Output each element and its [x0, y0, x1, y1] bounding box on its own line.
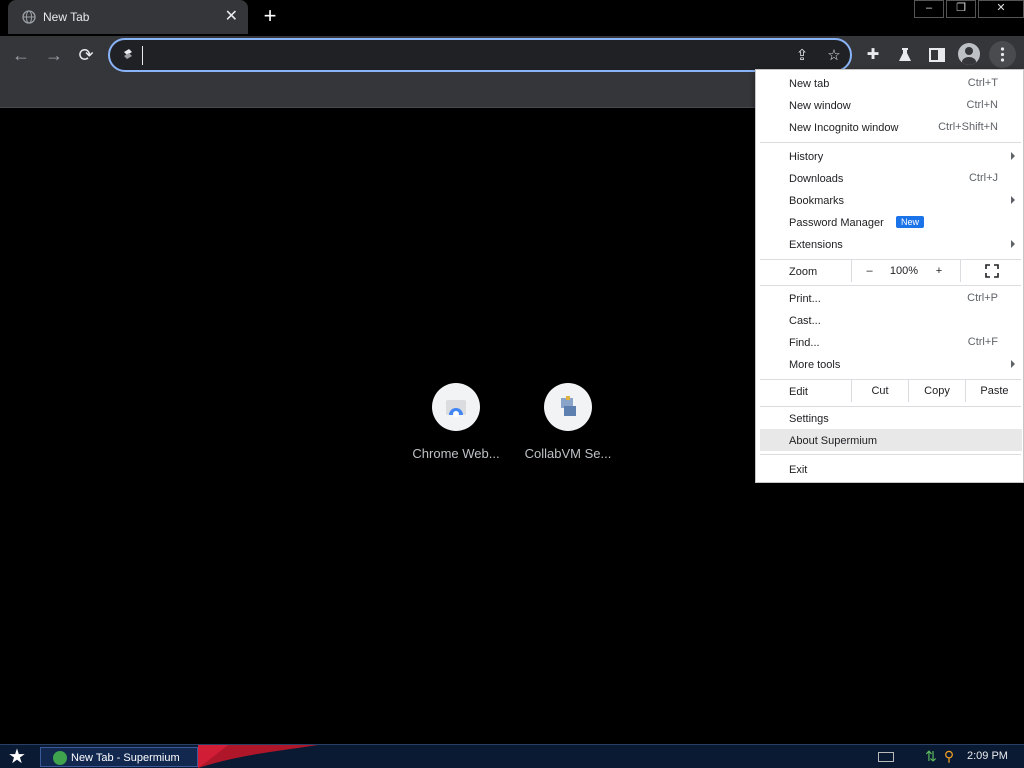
forward-icon[interactable]: → [41, 43, 67, 67]
clock[interactable]: 2:09 PM [967, 750, 1008, 762]
text-caret [142, 46, 143, 65]
taskbar-window-button[interactable]: New Tab - Supermium [40, 747, 198, 767]
minimize-button[interactable]: – [914, 0, 944, 18]
zoom-label: Zoom [789, 266, 818, 278]
menu-item-label: Password Manager [789, 217, 884, 229]
shortcut-label: Chrome Web... [412, 446, 500, 461]
taskbar: ★ New Tab - Supermium ⇅ ⚲ 2:09 PM [0, 744, 1024, 768]
shortcut-tile[interactable]: CollabVM Se... [512, 383, 624, 461]
browser-app-icon [53, 751, 67, 765]
zoom-in-button[interactable]: + [921, 260, 957, 282]
menu-item-label: History [789, 151, 824, 163]
menu-item-new-window[interactable]: New window Ctrl+N [756, 94, 1023, 116]
zoom-out-button[interactable]: – [851, 260, 887, 282]
cut-button[interactable]: Cut [851, 380, 908, 402]
menu-shortcut: Ctrl+Shift+N [938, 121, 998, 133]
menu-item-label: Extensions [789, 239, 843, 251]
bookmark-star-icon[interactable]: ☆ [825, 47, 843, 65]
omnibox[interactable]: ⇪ ☆ [108, 38, 852, 72]
menu-item-label: Exit [789, 464, 808, 476]
menu-item-new-tab[interactable]: New tab Ctrl+T [756, 72, 1023, 94]
reload-icon[interactable]: ⟳ [73, 43, 99, 67]
menu-item-downloads[interactable]: Downloads Ctrl+J [756, 167, 1023, 189]
submenu-arrow-icon [1011, 152, 1015, 160]
site-info-icon[interactable] [120, 47, 136, 63]
shortcut-tile[interactable]: Chrome Web... [400, 383, 512, 461]
menu-item-password-manager[interactable]: Password Manager New [756, 211, 1023, 233]
tab-title: New Tab [43, 10, 90, 24]
menu-kebab-icon[interactable] [989, 41, 1016, 68]
restore-button[interactable]: ❐ [946, 0, 976, 18]
start-star-icon[interactable]: ★ [6, 746, 28, 768]
menu-divider [760, 454, 1021, 455]
submenu-arrow-icon [1011, 196, 1015, 204]
menu-item-cast[interactable]: Cast... [756, 309, 1023, 331]
menu-shortcut: Ctrl+F [967, 336, 998, 348]
new-badge: New [896, 216, 925, 228]
menu-item-label: Print... [789, 293, 821, 305]
menu-item-about[interactable]: About Supermium [760, 429, 1022, 451]
menu-item-extensions[interactable]: Extensions [756, 233, 1023, 255]
menu-item-label: About Supermium [789, 435, 878, 447]
menu-item-label: Bookmarks [789, 195, 845, 207]
menu-item-bookmarks[interactable]: Bookmarks [756, 189, 1023, 211]
menu-item-label: Find... [789, 337, 820, 349]
menu-item-label: New tab [789, 78, 830, 90]
edit-label: Edit [789, 386, 808, 398]
menu-item-more-tools[interactable]: More tools [756, 353, 1023, 375]
menu-shortcut: Ctrl+J [968, 172, 998, 184]
menu-divider [760, 142, 1021, 143]
labs-flask-icon[interactable] [896, 46, 914, 64]
back-icon[interactable]: ← [8, 43, 34, 67]
zoom-level: 100% [889, 265, 919, 277]
chrome-web-store-icon [432, 383, 480, 431]
menu-item-label: Cast... [789, 315, 821, 327]
globe-icon [22, 10, 36, 24]
network-icon[interactable]: ⇅ [923, 748, 939, 764]
tab-strip: New Tab ✕ + – ❐ ✕ [0, 0, 1024, 36]
menu-item-print[interactable]: Print... Ctrl+P [756, 287, 1023, 309]
share-icon[interactable]: ⇪ [793, 47, 811, 65]
flag-decoration-icon [198, 745, 318, 768]
menu-item-label: Downloads [789, 173, 844, 185]
menu-item-label: New Incognito window [789, 122, 899, 134]
menu-shortcut: Ctrl+T [967, 77, 998, 89]
profile-avatar-icon[interactable] [958, 43, 980, 65]
app-menu: New tab Ctrl+T New window Ctrl+N New Inc… [755, 69, 1024, 483]
menu-item-exit[interactable]: Exit [756, 458, 1023, 480]
menu-shortcut: Ctrl+P [967, 292, 998, 304]
search-icon[interactable]: ⚲ [941, 748, 957, 764]
window-close-button[interactable]: ✕ [978, 0, 1024, 18]
menu-item-find[interactable]: Find... Ctrl+F [756, 331, 1023, 353]
edit-row: Edit Cut Copy Paste [756, 380, 1023, 402]
side-panel-icon[interactable] [928, 46, 946, 64]
zoom-row: Zoom – 100% + [756, 260, 1023, 282]
address-input[interactable] [142, 45, 742, 65]
menu-item-label: More tools [789, 359, 841, 371]
menu-item-label: Settings [789, 413, 829, 425]
menu-shortcut: Ctrl+N [966, 99, 998, 111]
window-controls: – ❐ ✕ [912, 0, 1024, 18]
extensions-icon[interactable]: ✚ [862, 44, 884, 66]
collabvm-icon [544, 383, 592, 431]
tab-close-icon[interactable]: ✕ [225, 9, 238, 25]
submenu-arrow-icon [1011, 360, 1015, 368]
menu-item-settings[interactable]: Settings [756, 407, 1023, 429]
tab-new-tab[interactable]: New Tab ✕ [8, 0, 248, 34]
shortcut-label: CollabVM Se... [524, 446, 612, 461]
taskbar-window-label: New Tab - Supermium [71, 752, 180, 764]
menu-divider [760, 285, 1021, 286]
menu-item-history[interactable]: History [756, 145, 1023, 167]
copy-button[interactable]: Copy [908, 380, 965, 402]
menu-item-new-incognito[interactable]: New Incognito window Ctrl+Shift+N [756, 116, 1023, 138]
fullscreen-icon[interactable] [960, 260, 1023, 282]
menu-item-label: New window [789, 100, 851, 112]
submenu-arrow-icon [1011, 240, 1015, 248]
keyboard-icon[interactable] [878, 752, 894, 762]
new-tab-button[interactable]: + [258, 5, 282, 29]
paste-button[interactable]: Paste [965, 380, 1023, 402]
